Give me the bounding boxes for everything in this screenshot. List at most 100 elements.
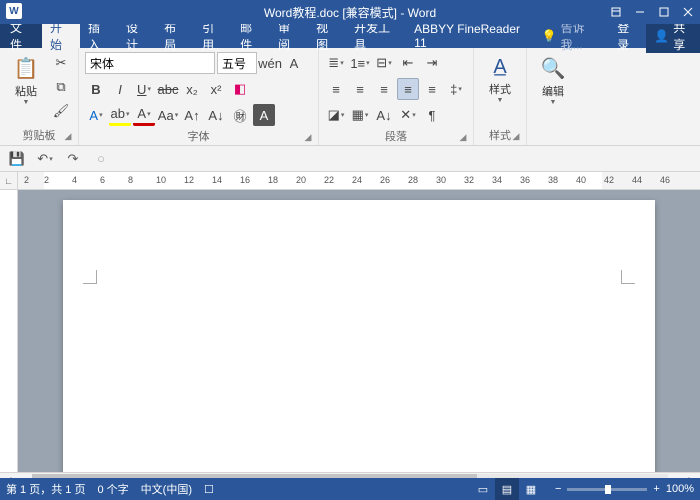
align-right-button[interactable]: ≡ <box>373 78 395 100</box>
tab-review[interactable]: 审阅 <box>270 24 308 48</box>
font-launcher[interactable]: ◢ <box>302 132 314 144</box>
clear-formatting-button[interactable]: ◧ <box>229 78 251 100</box>
ruler-tick: 20 <box>296 175 306 185</box>
status-word-count[interactable]: 0 个字 <box>97 481 128 497</box>
strikethrough-button[interactable]: abc <box>157 78 179 100</box>
align-center-button[interactable]: ≡ <box>349 78 371 100</box>
show-marks-button[interactable]: ¶ <box>421 104 443 126</box>
close-button[interactable] <box>676 0 700 24</box>
character-shading-button[interactable]: A <box>253 104 275 126</box>
phonetic-guide-button[interactable]: wén <box>259 52 281 74</box>
tell-me-search[interactable]: 💡 告诉我... <box>534 24 610 48</box>
tab-view[interactable]: 视图 <box>308 24 346 48</box>
chevron-down-icon: ▼ <box>497 97 504 104</box>
tab-references[interactable]: 引用 <box>194 24 232 48</box>
zoom-control: − + 100% <box>555 483 694 495</box>
change-case-button[interactable]: Aa▾ <box>157 104 179 126</box>
sign-in-button[interactable]: 登录 <box>609 19 646 53</box>
bullet-list-button[interactable]: ≣▾ <box>325 52 347 74</box>
font-color-button[interactable]: A▾ <box>133 104 155 126</box>
zoom-knob[interactable] <box>605 485 611 494</box>
undo-button[interactable]: ↶▾ <box>34 148 56 170</box>
character-border-button[interactable]: A <box>283 52 305 74</box>
font-size-combo[interactable] <box>217 52 257 74</box>
paragraph-launcher[interactable]: ◢ <box>457 132 469 144</box>
grow-font-button[interactable]: A↑ <box>181 104 203 126</box>
qat-customize[interactable]: ○ <box>90 148 112 170</box>
zoom-out-button[interactable]: − <box>555 483 561 495</box>
copy-button[interactable]: ⧉ <box>50 76 72 98</box>
tab-layout[interactable]: 布局 <box>156 24 194 48</box>
tab-developer[interactable]: 开发工具 <box>346 24 406 48</box>
tab-mailings[interactable]: 邮件 <box>232 24 270 48</box>
ruler-tick: 2 <box>44 175 49 185</box>
superscript-button[interactable]: x² <box>205 78 227 100</box>
cut-button[interactable]: ✂ <box>50 52 72 74</box>
shading-button[interactable]: ◪▾ <box>325 104 347 126</box>
file-tab[interactable]: 文件 <box>0 24 42 48</box>
ribbon-display-options[interactable] <box>604 0 628 24</box>
ruler-tick: 6 <box>100 175 105 185</box>
save-button[interactable]: 💾 <box>6 148 28 170</box>
paste-label: 粘贴 <box>15 83 37 99</box>
tab-selector[interactable]: ∟ <box>0 172 18 190</box>
ribbon: 📋 粘贴 ▼ ✂ ⧉ 🖌 剪贴板 ◢ wén A B <box>0 48 700 146</box>
maximize-button[interactable] <box>652 0 676 24</box>
page[interactable] <box>63 200 655 472</box>
tab-insert[interactable]: 插入 <box>80 24 118 48</box>
bold-button[interactable]: B <box>85 78 107 100</box>
ribbon-tabs: 文件 开始 插入 设计 布局 引用 邮件 审阅 视图 开发工具 ABBYY Fi… <box>0 24 700 48</box>
shrink-font-button[interactable]: A↓ <box>205 104 227 126</box>
page-viewport[interactable] <box>18 190 700 472</box>
text-effects-button[interactable]: A▾ <box>85 104 107 126</box>
share-icon: 👤 <box>654 29 669 43</box>
increase-indent-button[interactable]: ⇥ <box>421 52 443 74</box>
ruler-tick: 44 <box>632 175 642 185</box>
styles-button[interactable]: A̲ 样式 ▼ <box>480 52 520 108</box>
ruler-scale[interactable]: 2 24681012141618202224262830323436384042… <box>18 172 700 189</box>
share-button[interactable]: 👤 共享 <box>646 19 700 53</box>
paste-button[interactable]: 📋 粘贴 ▼ <box>6 52 46 110</box>
view-mode-buttons: ▭ ▤ ▦ <box>471 478 543 500</box>
print-layout-button[interactable]: ▤ <box>495 478 519 500</box>
minimize-button[interactable] <box>628 0 652 24</box>
redo-button[interactable]: ↷ <box>62 148 84 170</box>
status-language[interactable]: 中文(中国) <box>141 481 192 497</box>
read-mode-button[interactable]: ▭ <box>471 478 495 500</box>
zoom-slider[interactable] <box>567 488 647 491</box>
borders-button[interactable]: ▦▾ <box>349 104 371 126</box>
editing-button[interactable]: 🔍 编辑 ▼ <box>533 52 573 110</box>
tab-home[interactable]: 开始 <box>42 24 80 48</box>
vertical-ruler[interactable] <box>0 190 18 472</box>
status-page[interactable]: 第 1 页，共 1 页 <box>6 481 85 497</box>
align-left-button[interactable]: ≡ <box>325 78 347 100</box>
highlight-button[interactable]: ab▾ <box>109 104 131 126</box>
lightbulb-icon: 💡 <box>542 29 557 43</box>
multilevel-list-button[interactable]: ⊟▾ <box>373 52 395 74</box>
numbered-list-button[interactable]: 1≡▾ <box>349 52 371 74</box>
sort-button[interactable]: A↓ <box>373 104 395 126</box>
share-label: 共享 <box>673 19 692 53</box>
tab-abbyy[interactable]: ABBYY FineReader 11 <box>406 24 534 48</box>
distributed-button[interactable]: ≡ <box>421 78 443 100</box>
enclose-characters-button[interactable]: ㊖ <box>229 104 251 126</box>
subscript-button[interactable]: x₂ <box>181 78 203 100</box>
asian-layout-button[interactable]: ✕▾ <box>397 104 419 126</box>
justify-button[interactable]: ≡ <box>397 78 419 100</box>
styles-launcher[interactable]: ◢ <box>510 131 522 143</box>
line-spacing-button[interactable]: ‡▾ <box>445 78 467 100</box>
italic-button[interactable]: I <box>109 78 131 100</box>
clipboard-launcher[interactable]: ◢ <box>62 131 74 143</box>
decrease-indent-button[interactable]: ⇤ <box>397 52 419 74</box>
tab-design[interactable]: 设计 <box>118 24 156 48</box>
underline-button[interactable]: U▾ <box>133 78 155 100</box>
font-name-combo[interactable] <box>85 52 215 74</box>
status-input-mode[interactable]: ☐ <box>204 483 214 496</box>
horizontal-ruler[interactable]: ∟ 2 246810121416182022242628303234363840… <box>0 172 700 190</box>
web-layout-button[interactable]: ▦ <box>519 478 543 500</box>
format-painter-button[interactable]: 🖌 <box>50 100 72 122</box>
zoom-level[interactable]: 100% <box>666 483 694 495</box>
group-label-styles: 样式 ◢ <box>480 125 520 143</box>
group-styles: A̲ 样式 ▼ 样式 ◢ <box>474 48 527 145</box>
zoom-in-button[interactable]: + <box>653 483 659 495</box>
